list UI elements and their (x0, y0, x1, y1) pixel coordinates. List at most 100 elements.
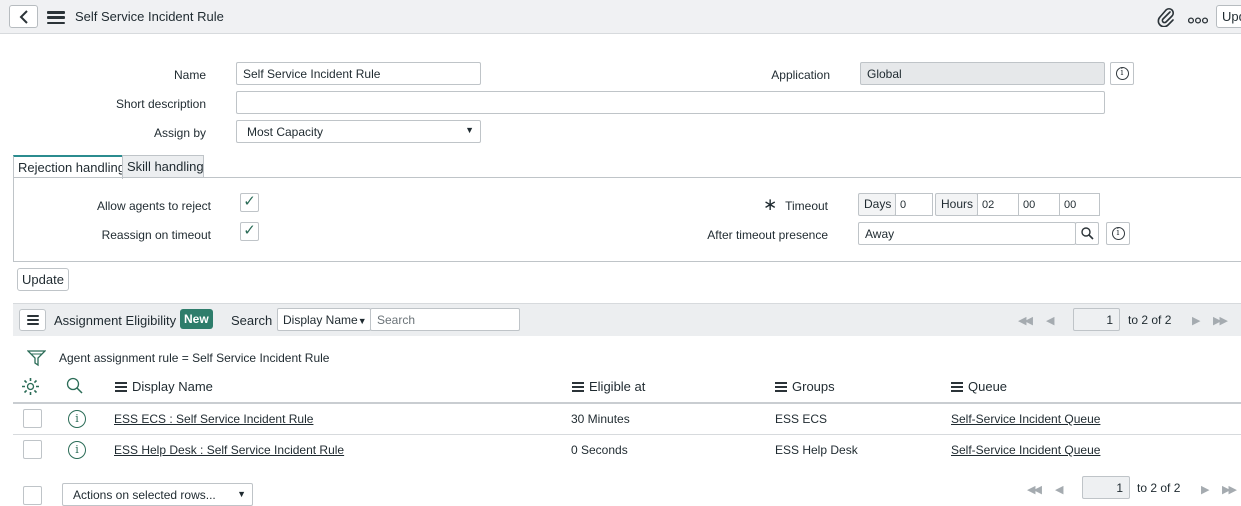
tab-rejection-handling[interactable]: Rejection handling (13, 155, 125, 179)
info-icon: i (1111, 227, 1125, 240)
header-divider (13, 402, 1241, 404)
page-total: to 2 of 2 (1128, 313, 1172, 327)
row-divider (13, 434, 1241, 435)
tab-skill-handling[interactable]: Skill handling (122, 155, 204, 178)
row-eligible-at: 0 Seconds (571, 443, 628, 457)
row-groups: ESS Help Desk (775, 443, 858, 457)
column-menu-icon (572, 381, 584, 392)
short-description-input[interactable] (236, 91, 1105, 114)
column-menu-icon (775, 381, 787, 392)
actions-select-value: Actions on selected rows... (73, 488, 216, 502)
allow-reject-label: Allow agents to reject (96, 199, 211, 213)
filter-button[interactable] (26, 350, 47, 370)
last-page-icon[interactable]: ▶▶ (1213, 314, 1228, 327)
column-search-button[interactable] (66, 377, 83, 397)
row-display-name-link[interactable]: ESS ECS : Self Service Incident Rule (114, 412, 313, 426)
rejection-panel (13, 177, 1241, 262)
back-button[interactable] (9, 5, 38, 28)
select-all-checkbox[interactable] (23, 486, 42, 505)
paperclip-icon (1157, 7, 1175, 28)
search-icon (1080, 227, 1094, 240)
assign-by-value: Most Capacity (247, 125, 324, 139)
search-label: Search (231, 313, 273, 328)
allow-reject-checkbox[interactable]: ✓ (240, 193, 259, 212)
application-info-button[interactable]: i (1110, 62, 1134, 85)
row-info-icon[interactable]: i (68, 441, 86, 459)
first-page-icon[interactable]: ◀◀ (1027, 483, 1042, 496)
first-page-icon[interactable]: ◀◀ (1018, 314, 1033, 327)
more-options-button[interactable] (1187, 13, 1209, 27)
row-groups: ESS ECS (775, 412, 828, 426)
application-label: Application (771, 68, 830, 82)
check-icon: ✓ (243, 193, 256, 210)
info-icon: i (1115, 67, 1129, 80)
name-input[interactable]: Self Service Incident Rule (236, 62, 481, 85)
last-page-icon[interactable]: ▶▶ (1222, 483, 1237, 496)
menu-button[interactable] (47, 11, 65, 24)
row-display-name-link[interactable]: ESS Help Desk : Self Service Incident Ru… (114, 443, 344, 457)
assign-by-select[interactable]: Most Capacity ▼ (236, 120, 481, 143)
new-button[interactable]: New (180, 309, 213, 329)
minutes-input[interactable]: 00 (1018, 193, 1060, 216)
list-title: Assignment Eligibility (54, 313, 177, 328)
column-groups[interactable]: Groups (775, 379, 835, 394)
name-label: Name (173, 68, 206, 82)
page-title: Self Service Incident Rule (75, 9, 224, 24)
chevron-down-icon: ▼ (357, 316, 367, 326)
after-timeout-label: After timeout presence (707, 228, 828, 242)
actions-select[interactable]: Actions on selected rows... ▼ (62, 483, 253, 506)
back-icon (19, 9, 28, 24)
filter-icon (26, 350, 47, 367)
search-icon (66, 377, 83, 394)
footer-page-input[interactable]: 1 (1082, 476, 1130, 499)
row-checkbox[interactable] (23, 409, 42, 428)
after-timeout-input[interactable]: Away (858, 222, 1076, 245)
filter-breadcrumb: Agent assignment rule = Self Service Inc… (59, 351, 330, 365)
next-page-icon[interactable]: ▶ (1192, 314, 1201, 327)
header-update-button[interactable]: Update (1216, 5, 1241, 28)
list-menu-button[interactable] (19, 309, 46, 331)
row-eligible-at: 30 Minutes (571, 412, 630, 426)
after-timeout-search-button[interactable] (1075, 222, 1099, 245)
row-queue-link[interactable]: Self-Service Incident Queue (951, 443, 1100, 457)
prev-page-icon[interactable]: ◀ (1046, 314, 1055, 327)
gear-icon (22, 378, 39, 395)
hours-addon: Hours (935, 193, 978, 216)
short-description-label: Short description (115, 97, 206, 111)
assign-by-label: Assign by (153, 126, 206, 140)
reassign-checkbox[interactable]: ✓ (240, 222, 259, 241)
mandatory-icon: ∗ (763, 195, 778, 214)
column-queue[interactable]: Queue (951, 379, 1007, 394)
next-page-icon[interactable]: ▶ (1201, 483, 1210, 496)
attachment-button[interactable] (1157, 7, 1175, 30)
row-queue-link[interactable]: Self-Service Incident Queue (951, 412, 1100, 426)
more-icon (1187, 17, 1209, 24)
seconds-input[interactable]: 00 (1059, 193, 1100, 216)
page-input[interactable]: 1 (1073, 308, 1120, 331)
row-info-icon[interactable]: i (68, 410, 86, 428)
application-field: Global (860, 62, 1105, 85)
chevron-down-icon: ▼ (237, 489, 246, 499)
list-search-input[interactable]: Search (370, 308, 520, 331)
search-field-value: Display Name (283, 313, 358, 327)
row-checkbox[interactable] (23, 440, 42, 459)
hours-input[interactable]: 02 (977, 193, 1019, 216)
column-menu-icon (951, 381, 963, 392)
list-settings-button[interactable] (21, 377, 40, 399)
chevron-down-icon: ▼ (465, 125, 474, 135)
timeout-label: Timeout (785, 199, 828, 213)
column-menu-icon (115, 381, 127, 392)
column-eligible-at[interactable]: Eligible at (572, 379, 645, 394)
search-field-select[interactable]: Display Name▼ (277, 308, 371, 331)
footer-page-total: to 2 of 2 (1137, 481, 1181, 495)
update-button[interactable]: Update (17, 268, 69, 291)
after-timeout-info-button[interactable]: i (1106, 222, 1130, 245)
days-addon: Days (858, 193, 896, 216)
prev-page-icon[interactable]: ◀ (1055, 483, 1064, 496)
menu-icon (26, 315, 39, 325)
column-display-name[interactable]: Display Name (115, 379, 213, 394)
check-icon: ✓ (243, 222, 256, 239)
menu-icon (47, 11, 65, 24)
days-input[interactable]: 0 (895, 193, 933, 216)
reassign-label: Reassign on timeout (101, 228, 211, 242)
